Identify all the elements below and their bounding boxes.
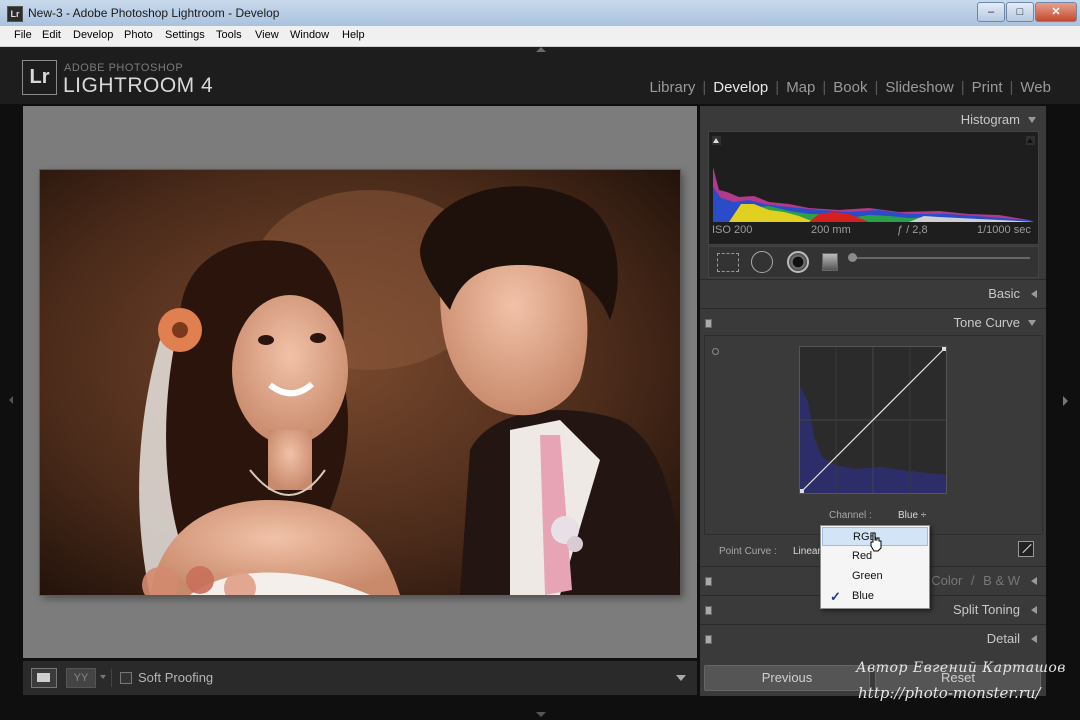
histogram-panel-header[interactable]: Histogram	[700, 106, 1046, 134]
panel-on-off-switch[interactable]	[705, 577, 712, 586]
module-web[interactable]: Web	[1013, 79, 1058, 96]
histogram[interactable]: ISO 200 200 mm ƒ / 2,8 1/1000 sec	[708, 131, 1039, 245]
lightroom-logo: Lr	[22, 60, 57, 95]
hand-cursor-icon	[870, 532, 882, 552]
before-after-button[interactable]: YY	[66, 668, 96, 688]
menu-tools[interactable]: Tools	[216, 29, 242, 41]
watermark-url: http://photo-monster.ru/	[858, 684, 1041, 702]
module-print[interactable]: Print	[965, 79, 1010, 96]
module-picker: Library | Develop | Map | Book | Slideshow | …	[642, 79, 1058, 96]
red-eye-icon[interactable]	[787, 251, 809, 273]
panel-on-off-switch[interactable]	[705, 606, 712, 615]
module-slideshow[interactable]: Slideshow	[878, 79, 960, 96]
targeted-adjustment-icon[interactable]	[712, 348, 719, 355]
menu-photo[interactable]: Photo	[124, 29, 153, 41]
highlight-clipping-icon[interactable]	[1026, 136, 1035, 145]
menu-window[interactable]: Window	[290, 29, 329, 41]
detail-panel-header[interactable]: Detail	[700, 624, 1046, 653]
expand-triangle-icon[interactable]	[1031, 635, 1037, 643]
collapse-triangle-icon[interactable]	[1028, 320, 1036, 326]
window-title-bar: Lr New-3 - Adobe Photoshop Lightroom - D…	[0, 0, 1080, 27]
menu-file[interactable]: File	[14, 29, 32, 41]
split-toning-title: Split Toning	[953, 602, 1020, 617]
menu-bar: File Edit Develop Photo Settings Tools V…	[0, 26, 1080, 47]
spot-removal-icon[interactable]	[751, 251, 773, 273]
tone-curve-title: Tone Curve	[953, 315, 1020, 330]
menu-help[interactable]: Help	[342, 29, 365, 41]
toolbar-divider	[111, 669, 112, 687]
crop-overlay-icon[interactable]	[717, 253, 739, 272]
expand-triangle-icon[interactable]	[1031, 606, 1037, 614]
develop-toolbar: YY Soft Proofing	[23, 661, 697, 695]
tool-strip	[708, 246, 1039, 278]
lightroom-app-icon[interactable]: Lr	[7, 6, 23, 22]
filmstrip-toggle-icon[interactable]	[536, 712, 546, 717]
shutter-info: 1/1000 sec	[977, 224, 1031, 236]
window-title: New-3 - Adobe Photoshop Lightroom - Deve…	[28, 6, 280, 20]
soft-proofing-label: Soft Proofing	[138, 670, 214, 685]
photo-preview[interactable]	[40, 170, 680, 595]
previous-button[interactable]: Previous	[704, 665, 870, 691]
module-map[interactable]: Map	[779, 79, 822, 96]
collapse-triangle-icon[interactable]	[1028, 117, 1036, 123]
option-label: Green	[852, 570, 883, 582]
channel-label: Channel :	[829, 510, 872, 521]
minimize-button[interactable]: –	[977, 2, 1005, 22]
shadow-clipping-icon[interactable]	[712, 136, 721, 145]
point-curve-label: Point Curve :	[719, 546, 777, 557]
graduated-filter-icon[interactable]	[822, 253, 838, 271]
expand-triangle-icon[interactable]	[1031, 290, 1037, 298]
soft-proofing-checkbox[interactable]	[120, 672, 132, 684]
module-develop[interactable]: Develop	[706, 79, 775, 96]
detail-title: Detail	[986, 631, 1020, 646]
checkmark-icon: ✓	[830, 589, 841, 604]
maximize-button[interactable]: □	[1006, 2, 1034, 22]
dropdown-option-blue[interactable]: ✓ Blue	[822, 587, 928, 606]
menu-view[interactable]: View	[255, 29, 279, 41]
watermark-author: Автор Евгений Карташов	[856, 660, 1066, 676]
brand-subtitle: ADOBE PHOTOSHOP	[64, 62, 184, 74]
module-library[interactable]: Library	[642, 79, 702, 96]
histogram-title: Histogram	[960, 112, 1020, 127]
hsl-tabs: Color / B & W	[931, 573, 1020, 588]
panel-on-off-switch[interactable]	[705, 635, 712, 644]
brand-title: LIGHTROOM 4	[63, 74, 214, 97]
tone-curve-body: Channel : Blue ÷ Point Curve : Linear	[704, 335, 1043, 557]
point-curve-select[interactable]: Linear	[793, 546, 821, 557]
aperture-info: ƒ / 2,8	[897, 224, 928, 236]
identity-plate-header: Lr ADOBE PHOTOSHOP LIGHTROOM 4 Library | …	[0, 47, 1080, 104]
basic-panel-header[interactable]: Basic	[700, 279, 1046, 308]
tone-curve-svg	[800, 347, 946, 493]
tab-separator: /	[970, 573, 975, 588]
tone-curve-panel-header[interactable]: Tone Curve	[700, 308, 1046, 337]
dropdown-option-green[interactable]: Green	[822, 567, 928, 586]
right-panel-toggle-icon[interactable]	[1063, 396, 1068, 406]
iso-info: ISO 200	[712, 224, 753, 236]
menu-edit[interactable]: Edit	[42, 29, 61, 41]
tab-bw[interactable]: B & W	[983, 573, 1020, 588]
focal-length-info: 200 mm	[811, 224, 851, 236]
toolbar-options-icon[interactable]	[676, 675, 686, 681]
channel-select[interactable]: Blue ÷	[898, 510, 926, 521]
wedding-photo-illustration	[40, 170, 680, 595]
tone-curve-graph[interactable]	[799, 346, 947, 494]
loupe-view-button[interactable]	[31, 668, 57, 688]
panel-on-off-switch[interactable]	[705, 319, 712, 328]
basic-title: Basic	[988, 286, 1020, 301]
close-button[interactable]: ✕	[1035, 2, 1077, 22]
top-panel-toggle-icon[interactable]	[536, 47, 546, 52]
menu-develop[interactable]: Develop	[73, 29, 113, 41]
tab-color[interactable]: Color	[931, 573, 962, 588]
left-panel-toggle-icon[interactable]	[9, 396, 13, 404]
expand-triangle-icon[interactable]	[1031, 577, 1037, 585]
option-label: Blue	[852, 590, 875, 602]
edit-point-curve-icon[interactable]	[1018, 541, 1034, 557]
before-after-menu-icon[interactable]	[100, 675, 106, 679]
menu-settings[interactable]: Settings	[165, 29, 205, 41]
module-book[interactable]: Book	[826, 79, 874, 96]
adjustment-brush-icon[interactable]	[848, 253, 1030, 262]
